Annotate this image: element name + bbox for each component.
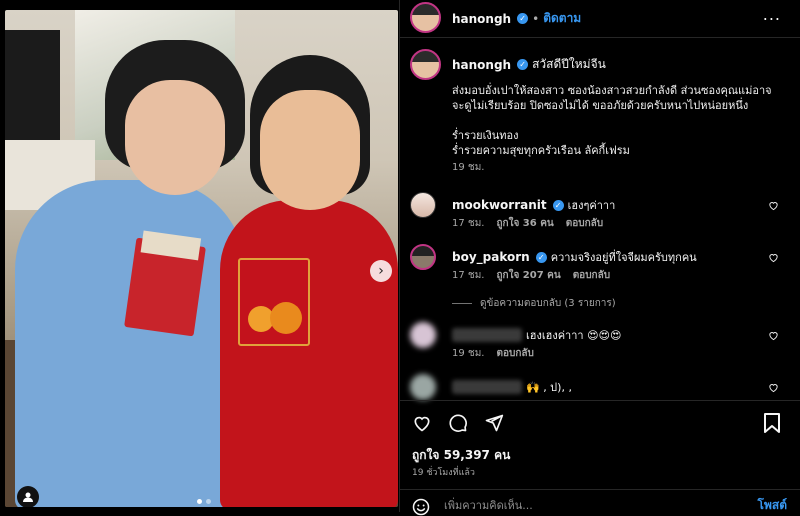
- verified-badge-icon: ✓: [552, 199, 564, 211]
- comment-text: เฮงๆค่าาา: [567, 199, 616, 212]
- reply-button[interactable]: ตอบกลับ: [573, 268, 610, 283]
- comment-input[interactable]: [444, 496, 724, 514]
- likes-count[interactable]: ถูกใจ 59,397 คน: [412, 446, 510, 465]
- carousel-dot: [206, 499, 211, 504]
- add-comment-bar: โพสต์: [400, 489, 800, 516]
- blurred-username: [452, 328, 522, 342]
- post-photo[interactable]: ›: [5, 10, 398, 507]
- like-comment-heart-icon[interactable]: [768, 252, 779, 263]
- comment-time: 17 ชม.: [452, 270, 485, 281]
- background-tv: [5, 30, 60, 140]
- tagged-user-icon[interactable]: [17, 486, 39, 507]
- caption-title: สวัสดีปีใหม่จีน: [532, 57, 606, 71]
- red-envelope-stuffed: [124, 230, 206, 337]
- comment-likes[interactable]: ถูกใจ 207 คน: [496, 268, 560, 283]
- caption-text: ส่งมอบอั่งเปาให้สองสาว ซองน้องสาวสวยกำลั…: [452, 84, 772, 157]
- share-send-icon[interactable]: [484, 413, 504, 433]
- next-photo-button[interactable]: ›: [370, 260, 392, 282]
- post-comment-button[interactable]: โพสต์: [758, 496, 787, 515]
- comment-bubble-icon[interactable]: [448, 413, 468, 433]
- follow-button[interactable]: ติดตาม: [543, 9, 581, 28]
- comment-likes[interactable]: ถูกใจ 36 คน: [496, 216, 553, 231]
- orange-icon: [270, 302, 302, 334]
- like-heart-icon[interactable]: [412, 413, 432, 433]
- comment-time: 17 ชม.: [452, 218, 485, 229]
- bookmark-icon[interactable]: [763, 413, 781, 433]
- comment-text: เฮงเฮงค่าาา 😍😍😍: [526, 329, 622, 342]
- girl-face: [260, 90, 360, 210]
- post-side-panel: hanongh ✓ • ติดตาม ... hanongh ✓ สวัสดีป…: [399, 0, 800, 516]
- replies-divider: [452, 303, 472, 304]
- verified-badge-icon: ✓: [517, 13, 529, 24]
- post-header: hanongh ✓ • ติดตาม ...: [400, 0, 800, 38]
- view-replies-button[interactable]: ดูข้อความตอบกลับ (3 รายการ): [452, 296, 616, 311]
- emoji-icon[interactable]: [412, 498, 430, 516]
- comment-username[interactable]: boy_pakorn: [452, 250, 530, 264]
- post-author-username[interactable]: hanongh: [452, 12, 511, 26]
- verified-badge-icon: ✓: [535, 251, 547, 263]
- like-comment-heart-icon[interactable]: [768, 200, 779, 211]
- avatar[interactable]: [410, 49, 441, 80]
- avatar[interactable]: [410, 322, 436, 348]
- woman-blue-dress: [15, 180, 245, 507]
- carousel-dots: [197, 499, 211, 504]
- woman-face: [125, 80, 225, 195]
- caption-username[interactable]: hanongh: [452, 58, 511, 72]
- carousel-dot-active: [197, 499, 202, 504]
- verified-badge-icon: ✓: [517, 59, 529, 70]
- caption-timestamp: 19 ชม.: [452, 162, 485, 173]
- girl-red-cheongsam: [220, 200, 398, 507]
- reply-button[interactable]: ตอบกลับ: [496, 346, 533, 361]
- post-actions: ถูกใจ 59,397 คน 19 ชั่วโมงที่แล้ว โพสต์: [400, 400, 800, 516]
- comment-username[interactable]: mookworranit: [452, 198, 547, 212]
- post-viewer: › hanongh ✓ • ติดตาม ... hanongh ✓ สวัสด…: [0, 0, 800, 516]
- comment-text: 🙌 , ป), ,: [526, 381, 572, 394]
- like-comment-heart-icon[interactable]: [768, 330, 779, 341]
- comment-time: 19 ชม.: [452, 348, 485, 359]
- like-comment-heart-icon[interactable]: [768, 382, 779, 393]
- more-options-icon[interactable]: ...: [763, 5, 781, 24]
- separator-dot: •: [532, 11, 540, 26]
- red-envelope-gold: [238, 258, 310, 346]
- avatar[interactable]: [410, 192, 436, 218]
- reply-button[interactable]: ตอบกลับ: [566, 216, 603, 231]
- blurred-username: [452, 380, 522, 394]
- avatar[interactable]: [410, 244, 436, 270]
- view-replies-label: ดูข้อความตอบกลับ (3 รายการ): [480, 298, 616, 309]
- post-timestamp: 19 ชั่วโมงที่แล้ว: [412, 468, 475, 478]
- comment-text: ความจริงอยู่ที่ใจจีผมครับทุกคน: [550, 251, 697, 264]
- avatar[interactable]: [410, 374, 436, 400]
- avatar[interactable]: [410, 2, 441, 33]
